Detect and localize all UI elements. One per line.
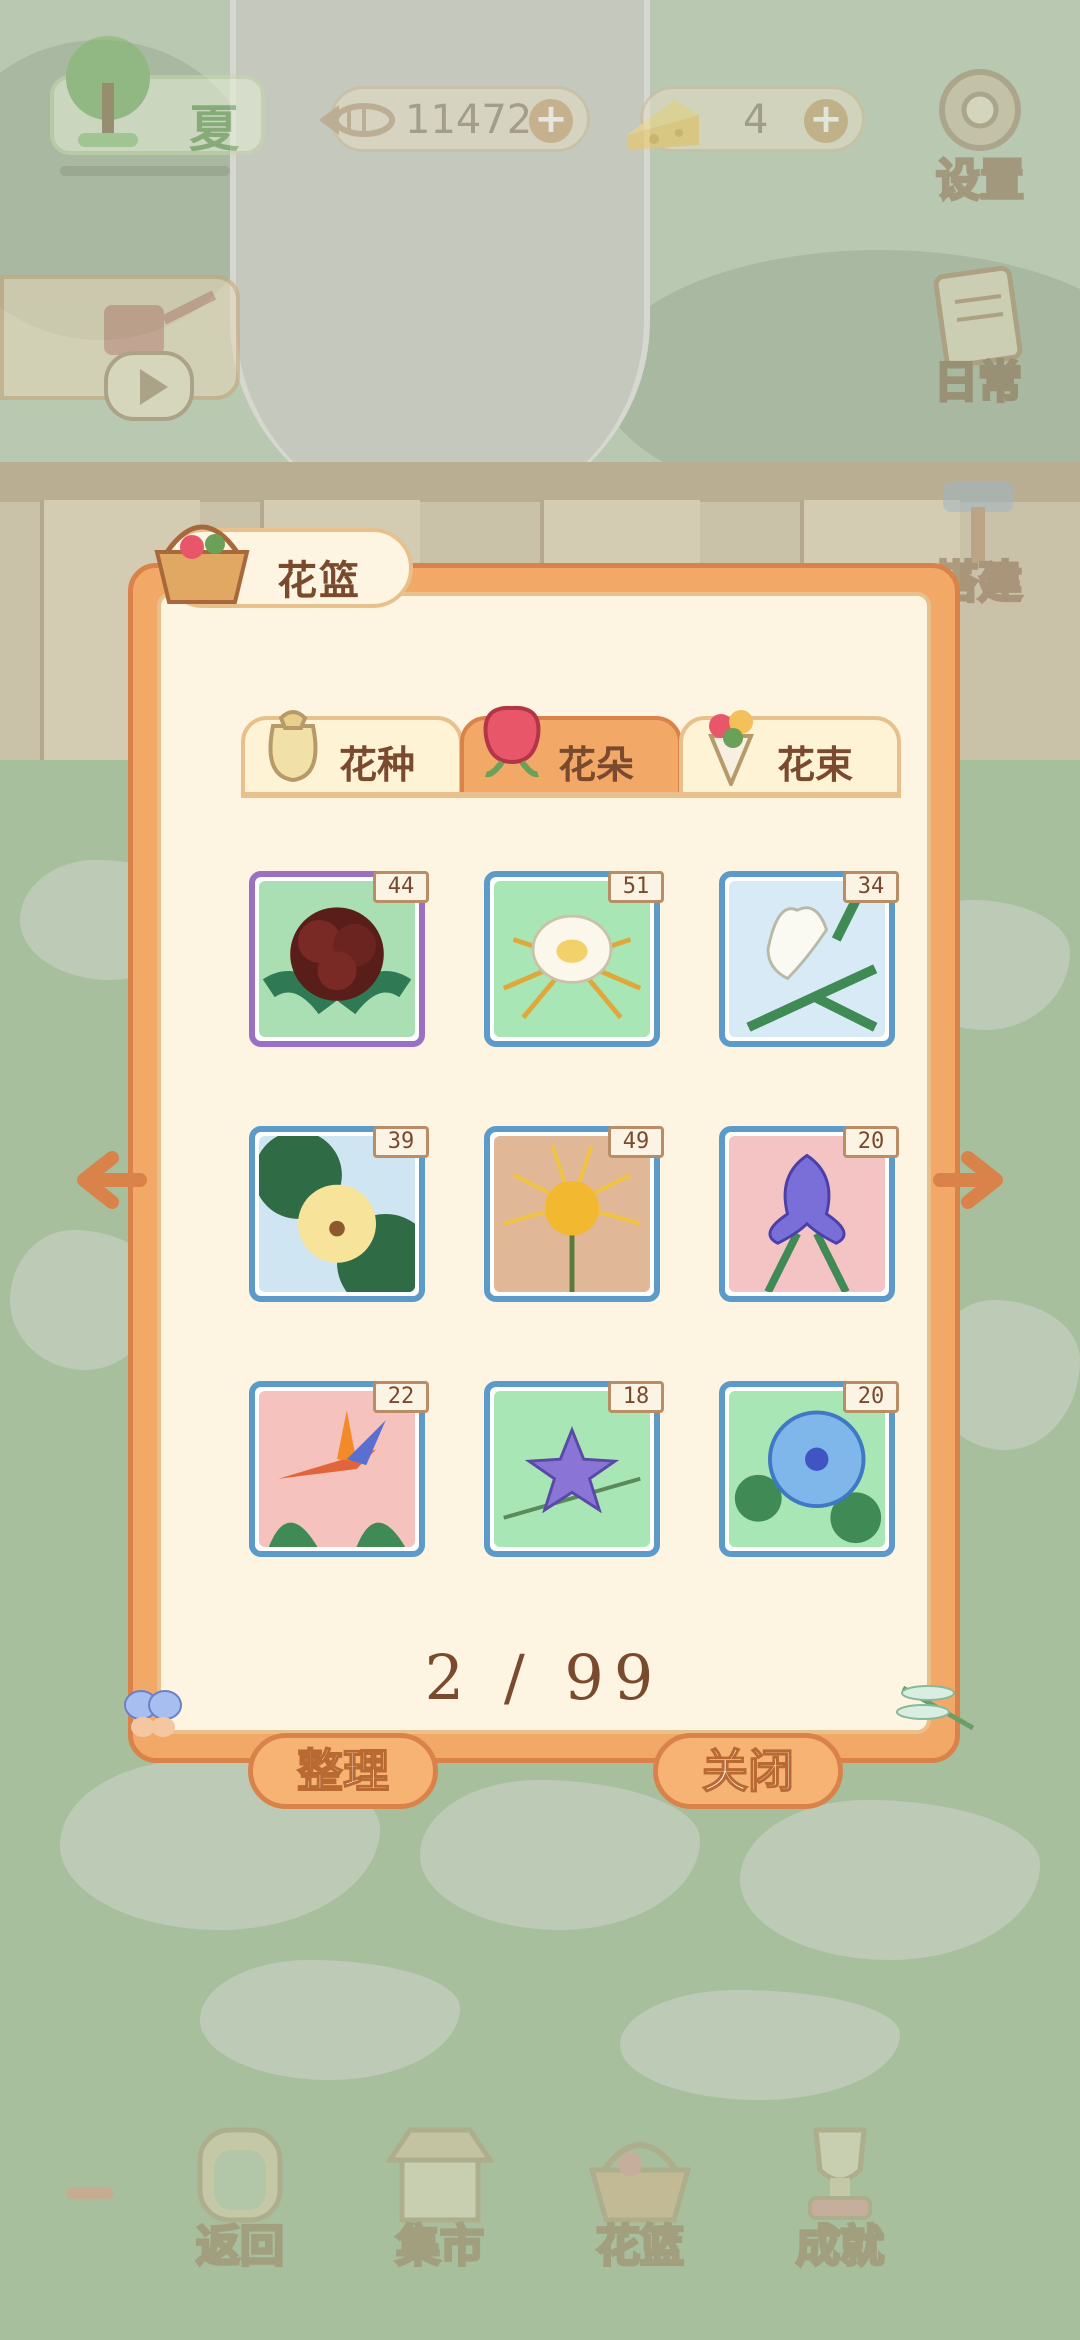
nav-achievements[interactable]: 成就 xyxy=(770,2120,910,2274)
page-indicator: 2 / 99 xyxy=(424,1641,664,1714)
flower-card-cereus[interactable]: 51 xyxy=(484,871,664,1047)
bird-of-paradise-icon xyxy=(259,1391,415,1547)
tab-flowers[interactable]: 花朵 xyxy=(460,705,682,796)
item-count: 34 xyxy=(843,871,899,903)
fish-count: 11472 xyxy=(405,97,533,143)
item-count: 20 xyxy=(843,1381,899,1413)
tab-bouquets-label: 花束 xyxy=(777,743,854,787)
settings-label: 设置 xyxy=(935,154,1026,208)
garden-path xyxy=(230,0,650,520)
flower-card-iris[interactable]: 20 xyxy=(719,1126,899,1302)
cheese-icon xyxy=(627,100,699,150)
flower-card-morning-glory[interactable]: 20 xyxy=(719,1381,899,1557)
season-progress xyxy=(60,166,230,176)
morning-glory-icon xyxy=(729,1391,885,1547)
dialog-title-tab: 花篮 xyxy=(154,524,413,608)
flower-card-lily[interactable]: 34 xyxy=(719,871,899,1047)
balloon-flower-icon xyxy=(494,1391,650,1547)
flower-card-water-poppy[interactable]: 39 xyxy=(249,1126,429,1302)
flower-card-spider-lily[interactable]: 49 xyxy=(484,1126,664,1302)
item-count: 49 xyxy=(608,1126,664,1158)
fish-currency: 11472 + xyxy=(319,86,590,152)
tree-icon xyxy=(66,36,150,147)
tab-seeds[interactable]: 花种 xyxy=(241,710,463,796)
cereus-icon xyxy=(494,881,650,1037)
nav-basket[interactable]: 花篮 xyxy=(570,2120,710,2274)
dialog-title: 花篮 xyxy=(277,558,361,604)
collapse-handle[interactable] xyxy=(66,2187,114,2199)
water-poppy-icon xyxy=(259,1136,415,1292)
tab-bouquets[interactable]: 花束 xyxy=(679,710,901,796)
dialog-panel: 花种 花朵 花束 44 51 34 39 49 20 22 18 20 2 / … xyxy=(157,592,931,1734)
butterfly-icon xyxy=(124,1690,182,1737)
flower-card-bird-of-paradise[interactable]: 22 xyxy=(249,1381,429,1557)
cheese-currency: 4 + xyxy=(627,86,865,152)
item-count: 44 xyxy=(373,871,429,903)
sort-button[interactable]: 整理 xyxy=(248,1733,438,1809)
peony-icon xyxy=(259,881,415,1037)
spider-lily-icon xyxy=(494,1136,650,1292)
watering-ad-button[interactable] xyxy=(0,275,240,421)
tab-divider xyxy=(241,792,901,798)
previous-page-arrow-icon[interactable] xyxy=(70,1140,150,1220)
daily-button[interactable]: 日常 xyxy=(918,262,1038,410)
flower-basket-dialog: 花种 花朵 花束 44 51 34 39 49 20 22 18 20 2 / … xyxy=(124,524,975,1809)
add-fish-button[interactable]: + xyxy=(529,99,573,143)
lily-icon xyxy=(729,881,885,1037)
nav-market[interactable]: 集市 xyxy=(370,2120,510,2274)
item-count: 39 xyxy=(373,1126,429,1158)
item-count: 20 xyxy=(843,1126,899,1158)
close-button[interactable]: 关闭 xyxy=(653,1733,843,1809)
add-cheese-button[interactable]: + xyxy=(804,99,848,143)
next-page-arrow-icon[interactable] xyxy=(930,1140,1010,1220)
item-count: 51 xyxy=(608,871,664,903)
fish-bone-icon xyxy=(319,103,395,137)
item-count: 22 xyxy=(373,1381,429,1413)
dragonfly-icon xyxy=(896,1685,975,1731)
seed-bag-icon xyxy=(268,710,318,783)
bouquet-icon xyxy=(708,710,754,786)
nav-back[interactable]: 返回 xyxy=(170,2120,310,2274)
iris-icon xyxy=(729,1136,885,1292)
tab-seeds-label: 花种 xyxy=(339,743,416,787)
flower-card-balloon-flower[interactable]: 18 xyxy=(484,1381,664,1557)
play-icon xyxy=(104,351,194,421)
tab-flowers-label: 花朵 xyxy=(558,743,635,787)
season-badge[interactable]: 夏 xyxy=(50,36,265,158)
rose-icon xyxy=(483,705,541,778)
category-tabs: 花种 花朵 花束 xyxy=(241,705,901,801)
season-label: 夏 xyxy=(189,100,239,158)
cheese-count: 4 xyxy=(743,97,769,143)
flower-basket-icon xyxy=(154,524,250,604)
settings-button[interactable]: 设置 xyxy=(920,60,1040,208)
flower-card-peony[interactable]: 44 xyxy=(249,871,429,1047)
item-count: 18 xyxy=(608,1381,664,1413)
daily-label: 日常 xyxy=(933,356,1024,410)
